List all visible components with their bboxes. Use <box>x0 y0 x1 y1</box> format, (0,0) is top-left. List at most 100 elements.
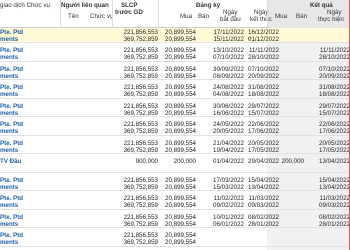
row-end-date-line1: 11/03/2022 <box>248 195 279 202</box>
row-end-date-line2: 20/09/2022 <box>248 72 279 80</box>
header-ngay-bd-2: bắt đầu <box>220 16 241 23</box>
header-truoc-gd: trước GD <box>115 9 143 16</box>
row-volume-line2: 20,899,554 <box>165 220 196 228</box>
row-exec-date-line1: 11/03/2022 <box>319 195 350 202</box>
row-exec-date-line2: 13/04/2022 <box>319 183 350 191</box>
row-volume-line2: 20,899,554 <box>165 109 196 117</box>
header-kq-ban: Bán <box>296 13 308 20</box>
row-exec-date-line2: 17/05/2022 <box>319 146 350 154</box>
row-volume-line2: 20,899,554 <box>165 239 196 247</box>
row-end-date-line2: 17/06/2022 <box>248 128 279 136</box>
row-slcp-line2: 369,752,859 <box>123 128 158 136</box>
header-ngay-th-1: Ngày <box>327 9 342 16</box>
row-volume-line1: 20,899,554 <box>165 195 196 202</box>
row-volume-line2: 20,899,554 <box>165 183 196 191</box>
row-volume-line2: 20,899,554 <box>165 54 196 62</box>
divider <box>267 0 268 28</box>
row-slcp-line1: 221,856,553 <box>123 65 158 73</box>
row-exec-date-line2: 15/07/2022 <box>319 109 350 117</box>
row-start-date-line1: 30/09/2022 <box>213 65 244 73</box>
table-row[interactable]: Pte. Ptd ments 221,856,553 369,752,859 20,89… <box>0 195 350 210</box>
row-volume-line1: 20,899,554 <box>165 121 196 128</box>
row-end-date-line2: 13/04/2022 <box>248 183 279 191</box>
row-start-date-line1: 24/08/2022 <box>213 84 244 91</box>
row-name-line1: Pte. Ptd <box>0 213 24 221</box>
header-dang-ky: Đăng ký <box>196 2 221 9</box>
table-header: giao dịch Chức vụ Người liên quan Tên Ch… <box>0 0 350 28</box>
row-slcp-line2: 369,752,859 <box>123 109 158 117</box>
row-exec-date-line1: 31/08/2022 <box>319 84 350 91</box>
row-exec-date-line2: 28/01/2022 <box>319 220 350 228</box>
row-exec-date-line1: 15/04/2022 <box>319 176 350 184</box>
row-name-line1: Pte. Ptd <box>0 176 24 184</box>
row-name-line1: Pte. Ptd <box>0 232 24 239</box>
row-exec-date-line1: 22/06/2022 <box>319 121 350 128</box>
row-volume-line2: 20,899,554 <box>165 128 196 136</box>
divider <box>60 0 61 28</box>
table-row[interactable]: TV Đầu 900,000 200,000 01/04/2022 29/04/2022… <box>0 158 350 173</box>
row-exec-date-line1: 07/10/2022 <box>319 65 350 73</box>
row-name-line2: ments <box>0 202 19 210</box>
row-name-line2: ments <box>0 35 19 43</box>
row-start-date-line2: 19/04/2022 <box>213 146 244 154</box>
row-slcp-line1: 900,000 <box>135 158 158 165</box>
row-exec-date-line2: 09/03/2022 <box>319 202 350 210</box>
header-ket-qua: Kết quả <box>310 2 333 9</box>
table-row[interactable]: Pte. Ptd ments 221,856,553 369,752,859 20,89… <box>0 102 350 118</box>
row-start-date-line1: 24/05/2022 <box>213 121 244 128</box>
row-start-date-line1: 17/11/2022 <box>213 28 244 36</box>
row-start-date-line1: 01/04/2022 <box>213 158 244 165</box>
row-name-line1: Pte. Ptd <box>0 65 24 73</box>
row-name-line1: Pte. Ptd <box>0 121 24 128</box>
row-end-date-line1: 20/05/2022 <box>248 139 279 147</box>
row-name-line1: TV Đầu <box>0 158 22 165</box>
row-end-date-line2: 01/12/2022 <box>248 35 279 43</box>
row-start-date-line1: 13/10/2022 <box>213 47 244 54</box>
row-volume-line2: 20,899,554 <box>165 146 196 154</box>
table-row[interactable]: Pte. Ptd ments 221,856,553 369,752,859 20,89… <box>0 213 350 229</box>
table-row[interactable]: Pte. Ptd ments 221,856,553 369,752,859 20,89… <box>0 65 350 81</box>
row-end-date-line2: 28/01/2022 <box>248 220 279 228</box>
row-slcp-line2: 369,752,859 <box>123 72 158 80</box>
row-start-date-line1: 30/06/2022 <box>213 102 244 110</box>
divider <box>112 0 113 28</box>
row-start-date-line2: 08/09/2022 <box>213 72 244 80</box>
row-end-date-line1: 11/11/2022 <box>248 47 279 54</box>
table-row[interactable]: Pte. Ptd ments 221,856,553 369,752,859 20,89… <box>0 47 350 62</box>
table-row[interactable]: Pte. Ptd ments 221,856,553 369,752,859 20,89… <box>0 139 350 155</box>
row-name-line2: ments <box>0 128 19 136</box>
row-volume-line2: 20,899,554 <box>165 91 196 99</box>
header-nguoi-lien-quan: Người liên quan <box>61 2 109 9</box>
row-slcp-line1: 221,856,553 <box>123 195 158 202</box>
header-ngay-kt-2: kết thúc <box>250 16 272 23</box>
table-row[interactable]: Pte. Ptd ments 221,856,553 369,752,859 20,89… <box>0 176 350 192</box>
row-slcp-line1: 221,856,553 <box>123 84 158 91</box>
table-row[interactable]: Pte. Ptd ments 221,856,553 369,752,859 20,89… <box>0 84 350 99</box>
row-end-date-line1: 22/06/2022 <box>248 121 279 128</box>
row-volume-line1: 200,000 <box>173 158 196 165</box>
row-name-line1: Pte. Ptd <box>0 47 24 54</box>
row-name-line1: Pte. Ptd <box>0 102 24 110</box>
row-start-date-line2: 15/03/2022 <box>213 183 244 191</box>
table-row[interactable]: Pte. Ptd ments 221,856,553 369,752,859 20,89… <box>0 28 350 44</box>
row-name-line2: ments <box>0 91 19 99</box>
row-slcp-line1: 221,856,553 <box>123 121 158 128</box>
table-row[interactable]: Pte. Ptd ments 221,856,553 369,752,859 20,89… <box>0 232 350 247</box>
row-start-date-line2: 15/11/2022 <box>213 35 244 43</box>
row-exec-date-line1: 08/02/2022 <box>319 213 350 221</box>
header-giao-dich-chuc-vu: giao dịch Chức vụ <box>0 2 50 9</box>
row-name-line2: ments <box>0 54 19 62</box>
row-exec-date-line2: 28/10/2022 <box>319 54 350 62</box>
row-name-line1: Pte. Ptd <box>0 84 24 91</box>
row-slcp-line1: 221,856,553 <box>123 232 158 239</box>
header-kq-mua: Mua <box>275 13 288 20</box>
header-ten: Tên <box>68 13 79 20</box>
row-exec-date-line2: 20/09/2022 <box>319 72 350 80</box>
table-row[interactable]: Pte. Ptd ments 221,856,553 369,752,859 20,89… <box>0 121 350 136</box>
row-end-date-line1: 15/04/2022 <box>248 176 279 184</box>
row-volume-line1: 20,899,554 <box>165 28 196 36</box>
row-name-line2: ments <box>0 72 19 80</box>
row-slcp-line1: 221,856,553 <box>123 28 158 36</box>
row-end-date-line2: 15/07/2022 <box>248 109 279 117</box>
row-start-date-line1: 11/02/2022 <box>213 195 244 202</box>
